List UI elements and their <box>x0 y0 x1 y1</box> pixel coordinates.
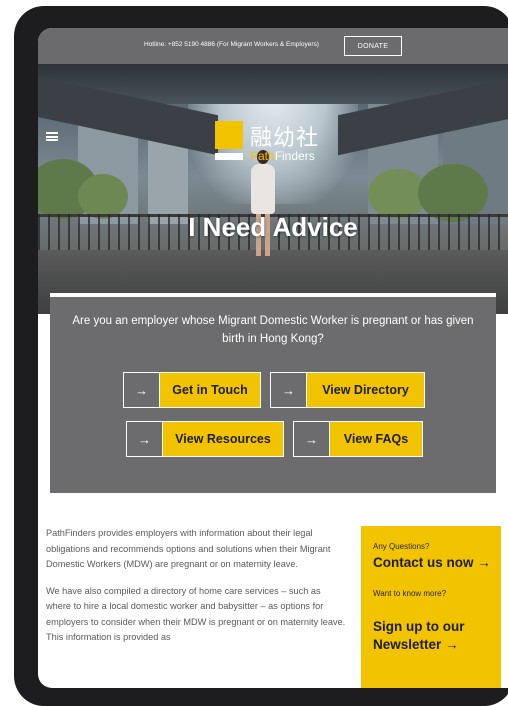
logo-english-path: Path <box>250 149 275 163</box>
arrow-right-icon: → <box>294 422 330 456</box>
page-title: I Need Advice <box>188 212 358 242</box>
contact-sidebar: Any Questions? Contact us now → Want to … <box>361 526 501 688</box>
top-bar: Hotline: +852 5190 4886 (For Migrant Wor… <box>38 28 508 64</box>
hero-banner: 融幼社 PathFinders I Need Advice <box>38 64 508 314</box>
logo-english-name: PathFinders <box>250 149 315 163</box>
advice-panel: Are you an employer whose Migrant Domest… <box>50 293 496 493</box>
button-label: View Directory <box>307 373 424 407</box>
logo-chinese-name: 融幼社 <box>250 126 320 151</box>
view-faqs-button[interactable]: → View FAQs <box>293 421 423 457</box>
hotline-text: Hotline: +852 5190 4886 (For Migrant Wor… <box>144 41 319 48</box>
browser-viewport: Hotline: +852 5190 4886 (For Migrant Wor… <box>38 28 508 688</box>
any-questions-label: Any Questions? <box>373 542 430 551</box>
hamburger-menu-icon[interactable] <box>46 132 58 141</box>
arrow-right-icon: → <box>124 373 160 407</box>
intro-text: PathFinders provides employers with info… <box>46 526 348 657</box>
button-label: View FAQs <box>330 422 422 456</box>
advice-question: Are you an employer whose Migrant Domest… <box>72 315 474 345</box>
donate-button[interactable]: DONATE <box>344 36 402 56</box>
button-label: Get in Touch <box>160 373 260 407</box>
arrow-right-icon: → <box>127 422 163 456</box>
logo-english-finders: Finders <box>274 149 315 163</box>
button-label: View Resources <box>163 422 283 456</box>
person-body <box>251 164 275 214</box>
newsletter-line-1: Sign up to our <box>373 619 465 634</box>
arrow-right-icon: → <box>271 373 307 407</box>
view-directory-button[interactable]: → View Directory <box>270 372 425 408</box>
get-in-touch-button[interactable]: → Get in Touch <box>123 372 261 408</box>
want-to-know-more-label: Want to know more? <box>373 589 447 598</box>
directory-paragraph: We have also compiled a directory of hom… <box>46 585 346 643</box>
logo-yellow-square <box>215 121 243 149</box>
hero-person-figure <box>248 150 278 260</box>
contact-us-link[interactable]: Contact us now → <box>373 554 491 572</box>
intro-paragraph: PathFinders provides employers with info… <box>46 528 331 569</box>
view-resources-button[interactable]: → View Resources <box>126 421 284 457</box>
newsletter-line-2: Newsletter → <box>373 637 459 652</box>
logo-white-bar <box>215 153 243 160</box>
